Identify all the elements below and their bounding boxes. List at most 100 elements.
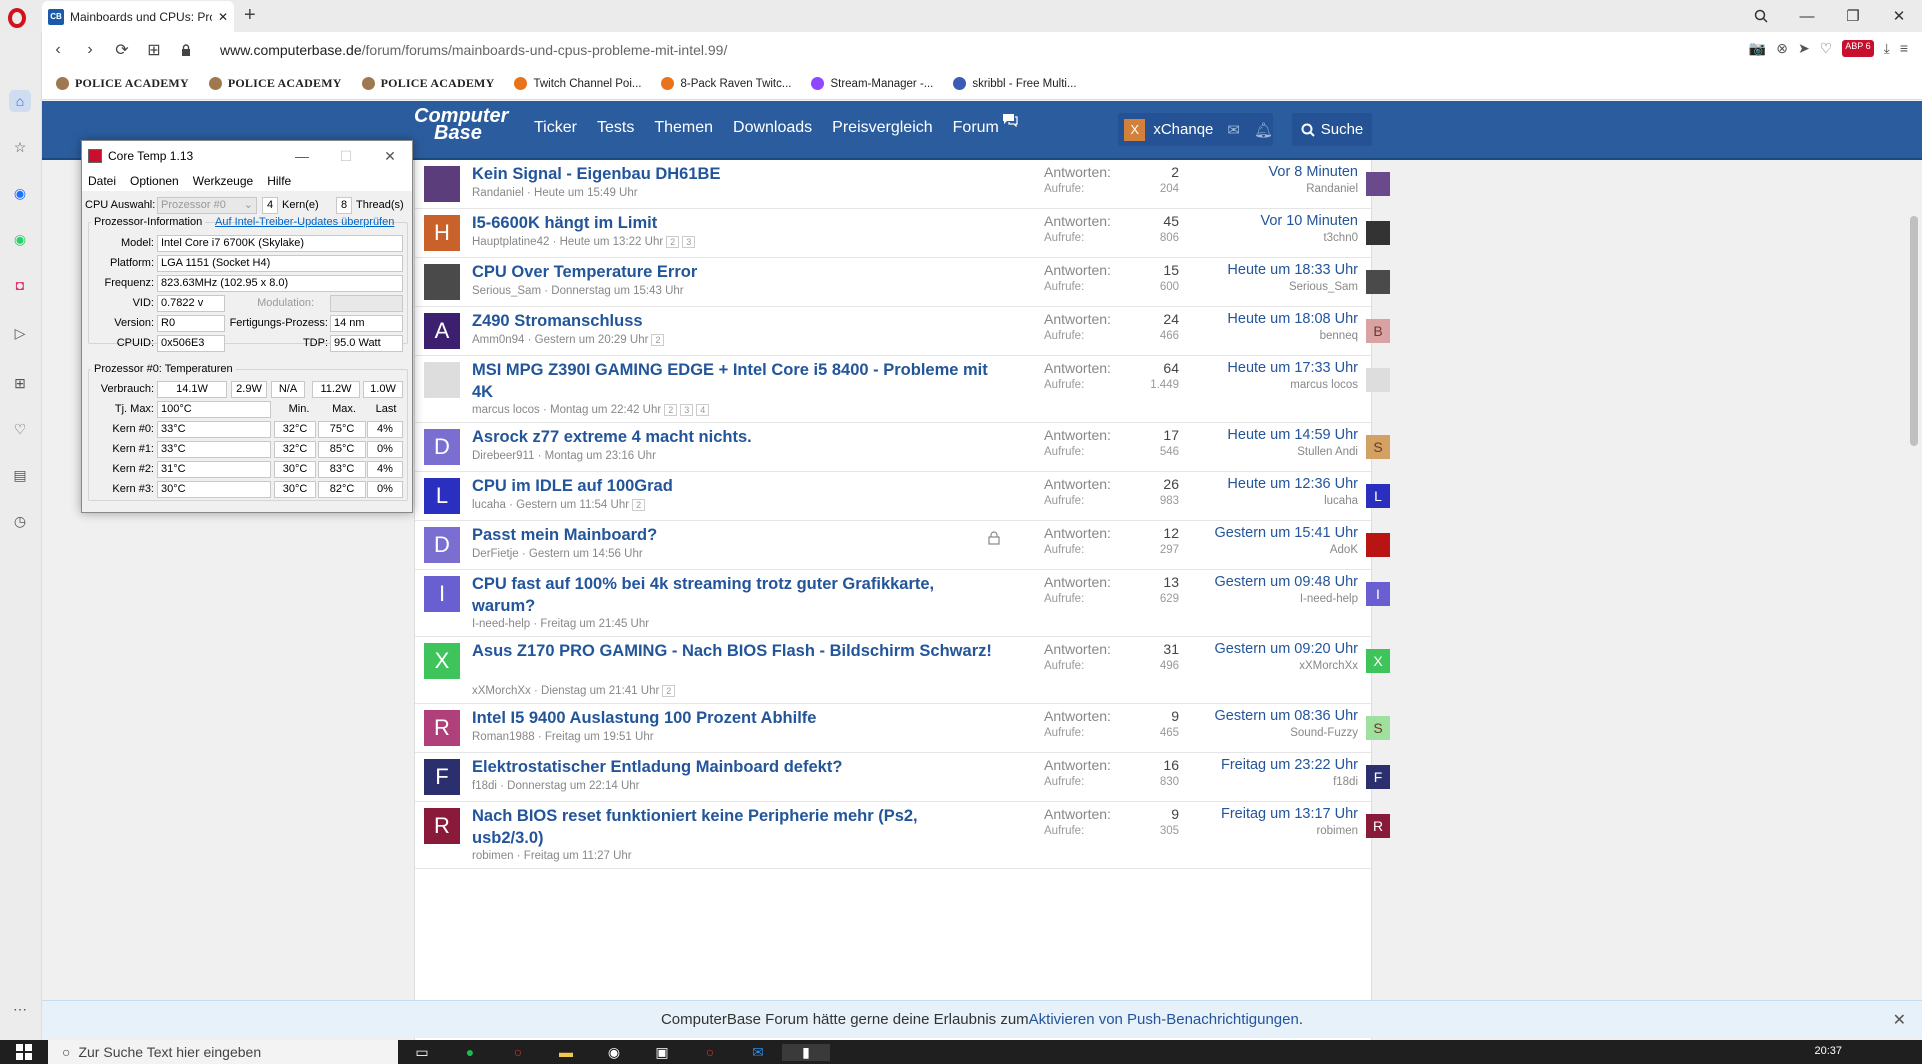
last-post-user[interactable]: Sound-Fuzzy — [1185, 727, 1358, 739]
thread-avatar[interactable]: H — [424, 215, 460, 251]
menu-icon[interactable]: ≡ — [1900, 40, 1908, 57]
last-post-time[interactable]: Heute um 18:33 Uhr — [1185, 262, 1358, 278]
thread-author[interactable]: Roman1988 — [472, 731, 535, 743]
back-icon[interactable]: ‹ — [42, 34, 74, 66]
last-post-time[interactable]: Vor 10 Minuten — [1185, 213, 1358, 229]
history-icon[interactable]: ◷ — [9, 510, 31, 532]
thread-avatar[interactable]: A — [424, 313, 460, 349]
last-poster-avatar[interactable]: R — [1366, 814, 1390, 838]
thread-avatar[interactable]: D — [424, 429, 460, 465]
taskbar-search-input[interactable]: ○ Zur Suche Text hier eingeben — [48, 1040, 398, 1064]
thread-author[interactable]: xXMorchXx — [472, 685, 531, 697]
computerbase-logo[interactable]: Computer Base — [414, 106, 508, 143]
more-icon[interactable]: ⋯ — [9, 998, 31, 1020]
last-post-user[interactable]: lucaha — [1185, 495, 1358, 507]
user-nav[interactable]: X xChanqe ✉ 🔔︎ — [1118, 113, 1273, 146]
thread-avatar[interactable]: X — [424, 643, 460, 679]
coretemp-menu-hilfe[interactable]: Hilfe — [267, 174, 291, 188]
messenger-icon[interactable]: ◉ — [9, 182, 31, 204]
page-link[interactable]: 3 — [682, 236, 696, 248]
search-button[interactable]: Suche — [1292, 113, 1372, 146]
adblock-icon[interactable]: ABP 6 — [1842, 40, 1874, 57]
new-tab-plus-icon[interactable]: + — [244, 4, 256, 27]
last-poster-avatar[interactable] — [1366, 221, 1390, 245]
last-poster-avatar[interactable]: S — [1366, 435, 1390, 459]
last-post-time[interactable]: Heute um 14:59 Uhr — [1185, 427, 1358, 443]
home-icon[interactable]: ⌂ — [9, 90, 31, 112]
news-icon[interactable]: ▤ — [9, 464, 31, 486]
thread-avatar[interactable]: R — [424, 710, 460, 746]
opera-logo-icon[interactable] — [8, 8, 26, 28]
thread-title-link[interactable]: CPU fast auf 100% bei 4k streaming trotz… — [472, 573, 992, 617]
thread-title-link[interactable]: Nach BIOS reset funktioniert keine Perip… — [472, 805, 992, 849]
task-view-icon[interactable]: ▭ — [398, 1044, 446, 1061]
last-post-user[interactable]: I-need-help — [1185, 593, 1358, 605]
thread-author[interactable]: marcus locos — [472, 404, 540, 416]
page-scrollbar[interactable] — [1906, 160, 1922, 1000]
nav-item-downloads[interactable]: Downloads — [733, 119, 812, 137]
thread-author[interactable]: Direbeer911 — [472, 450, 534, 462]
last-post-time[interactable]: Gestern um 09:48 Uhr — [1185, 574, 1358, 590]
last-post-user[interactable]: Randaniel — [1185, 183, 1358, 195]
page-link[interactable]: 4 — [696, 404, 710, 416]
thread-avatar[interactable]: L — [424, 478, 460, 514]
last-post-time[interactable]: Heute um 18:08 Uhr — [1185, 311, 1358, 327]
thread-author[interactable]: lucaha — [472, 499, 506, 511]
bell-icon[interactable]: 🔔︎ — [1254, 121, 1273, 139]
page-link[interactable]: 2 — [662, 685, 676, 697]
minimize-icon[interactable]: — — [1784, 0, 1830, 32]
heart-icon[interactable]: ♡ — [9, 418, 31, 440]
restore-icon[interactable]: ❐ — [1830, 0, 1876, 32]
last-post-user[interactable]: Stullen Andi — [1185, 446, 1358, 458]
mail-app-icon[interactable]: ✉ — [734, 1044, 782, 1061]
coretemp-menu-optionen[interactable]: Optionen — [130, 174, 179, 188]
steam-icon[interactable]: ◉ — [590, 1044, 638, 1061]
thread-author[interactable]: Hauptplatine42 — [472, 236, 549, 248]
last-post-user[interactable]: Serious_Sam — [1185, 281, 1358, 293]
send-icon[interactable]: ➤ — [1798, 40, 1810, 57]
explorer-icon[interactable]: ▬ — [542, 1044, 590, 1060]
bookmark-item[interactable]: Stream-Manager -... — [811, 77, 933, 90]
thread-avatar[interactable] — [424, 264, 460, 300]
thread-title-link[interactable]: Z490 Stromanschluss — [472, 310, 992, 332]
cpu-select-dropdown[interactable]: Prozessor #0 ⌄ — [157, 197, 257, 214]
last-post-time[interactable]: Heute um 17:33 Uhr — [1185, 360, 1358, 376]
last-post-user[interactable]: xXMorchXx — [1185, 660, 1358, 672]
page-link[interactable]: 2 — [651, 334, 665, 346]
tab-search-icon[interactable] — [1738, 0, 1784, 32]
spotify-icon[interactable]: ● — [446, 1044, 494, 1060]
thread-avatar[interactable]: I — [424, 576, 460, 612]
thread-title-link[interactable]: Passt mein Mainboard? — [472, 524, 992, 546]
last-poster-avatar[interactable]: B — [1366, 319, 1390, 343]
thread-author[interactable]: Randaniel — [472, 187, 524, 199]
last-poster-avatar[interactable]: L — [1366, 484, 1390, 508]
intel-update-link[interactable]: Auf Intel-Treiber-Updates überprüfen — [215, 216, 394, 228]
last-poster-avatar[interactable] — [1366, 270, 1390, 294]
thread-avatar[interactable] — [424, 166, 460, 202]
thread-title-link[interactable]: MSI MPG Z390I GAMING EDGE + Intel Core i… — [472, 359, 992, 403]
thread-title-link[interactable]: I5-6600K hängt im Limit — [472, 212, 992, 234]
thread-author[interactable]: DerFietje — [472, 548, 519, 560]
thread-author[interactable]: robimen — [472, 850, 514, 862]
last-poster-avatar[interactable]: X — [1366, 649, 1390, 673]
bookmark-item[interactable]: POLICE ACADEMY — [361, 76, 495, 91]
last-poster-avatar[interactable] — [1366, 368, 1390, 392]
extensions-icon[interactable]: ⊞ — [9, 372, 31, 394]
heart-icon[interactable]: ♡ — [1820, 40, 1833, 57]
thread-title-link[interactable]: Intel I5 9400 Auslastung 100 Prozent Abh… — [472, 707, 992, 729]
thread-author[interactable]: Amm0n94 — [472, 334, 524, 346]
last-post-user[interactable]: f18di — [1185, 776, 1358, 788]
last-post-time[interactable]: Gestern um 08:36 Uhr — [1185, 708, 1358, 724]
bookmark-item[interactable]: skribbl - Free Multi... — [953, 77, 1077, 90]
taskbar-clock[interactable]: 20:37 — [1814, 1045, 1842, 1057]
thread-avatar[interactable]: F — [424, 759, 460, 795]
nav-item-themen[interactable]: Themen — [654, 119, 713, 137]
thread-title-link[interactable]: Asrock z77 extreme 4 macht nichts. — [472, 426, 992, 448]
nav-item-forum[interactable]: Forum — [953, 119, 999, 137]
thread-title-link[interactable]: Asus Z170 PRO GAMING - Nach BIOS Flash -… — [472, 640, 992, 662]
thread-title-link[interactable]: Kein Signal - Eigenbau DH61BE — [472, 163, 992, 185]
download-icon[interactable]: ⤓ — [1884, 40, 1890, 57]
push-close-icon[interactable]: ✕ — [1893, 1010, 1906, 1030]
coretemp-menu-werkzeuge[interactable]: Werkzeuge — [193, 174, 253, 188]
camera-icon[interactable]: 📷 — [1749, 40, 1766, 57]
